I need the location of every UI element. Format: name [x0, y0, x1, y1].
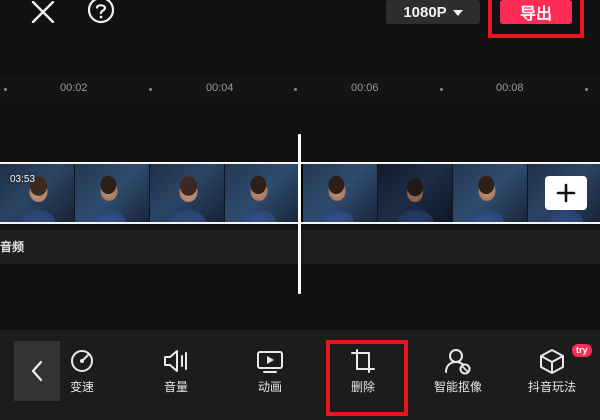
bottom-toolbar: 变速 音量 动画 删除 智能抠像 抖音玩法 try [0, 330, 600, 420]
video-thumbnail [225, 164, 300, 222]
ruler-label: 00:08 [496, 82, 524, 94]
smart-cutout-tool[interactable]: 智能抠像 [418, 346, 498, 406]
volume-label: 音量 [163, 380, 188, 394]
export-button[interactable]: 导出 [500, 0, 572, 24]
help-button[interactable] [84, 0, 118, 24]
export-label: 导出 [519, 4, 552, 23]
video-editor-screen: 1080P 导出 00:02 00:04 00:06 00:08 03:53 音… [0, 0, 600, 420]
volume-tool[interactable]: 音量 [136, 346, 216, 406]
close-button[interactable] [26, 0, 60, 24]
add-clip-button[interactable] [545, 176, 587, 210]
ruler-label: 00:06 [351, 82, 379, 94]
animation-tool[interactable]: 动画 [230, 346, 310, 406]
ruler-dot [440, 88, 443, 91]
ruler-dot [294, 88, 297, 91]
close-icon [31, 1, 55, 23]
volume-icon [164, 350, 187, 372]
ruler-label: 00:04 [206, 82, 234, 94]
delete-highlight-box [326, 340, 408, 416]
try-badge: try [572, 344, 592, 357]
speed-tool[interactable]: 变速 [42, 346, 122, 406]
smart-cutout-icon [445, 349, 471, 375]
resolution-dropdown[interactable]: 1080P [386, 0, 480, 24]
audio-track-label: 音频 [0, 240, 25, 254]
ruler-dot [585, 88, 588, 91]
export-highlight-box: 导出 [488, 0, 584, 38]
timeline-tracks: 03:53 音频 [0, 104, 600, 330]
douyin-effects-label: 抖音玩法 [527, 380, 576, 394]
resolution-label: 1080P [403, 3, 447, 21]
ruler-dot [4, 88, 7, 91]
video-thumbnail [150, 164, 225, 222]
animation-icon [257, 351, 283, 373]
ruler-dot [149, 88, 152, 91]
clip-duration: 03:53 [10, 174, 36, 185]
cube-icon [540, 349, 564, 374]
caret-down-icon [452, 10, 463, 16]
animation-label: 动画 [257, 380, 282, 394]
video-thumbnail [303, 164, 378, 222]
video-thumbnail [453, 164, 528, 222]
help-icon [87, 0, 115, 24]
smart-cutout-label: 智能抠像 [433, 380, 482, 394]
video-thumbnail [378, 164, 453, 222]
video-thumbnail [75, 164, 150, 222]
playhead[interactable] [298, 134, 301, 294]
speed-label: 变速 [69, 380, 94, 394]
plus-icon [556, 183, 576, 203]
speed-icon [71, 350, 93, 372]
top-bar: 1080P 导出 [0, 0, 600, 42]
ruler-label: 00:02 [60, 82, 88, 94]
timeline-ruler: 00:02 00:04 00:06 00:08 [0, 76, 600, 104]
video-thumbnail [0, 164, 75, 222]
